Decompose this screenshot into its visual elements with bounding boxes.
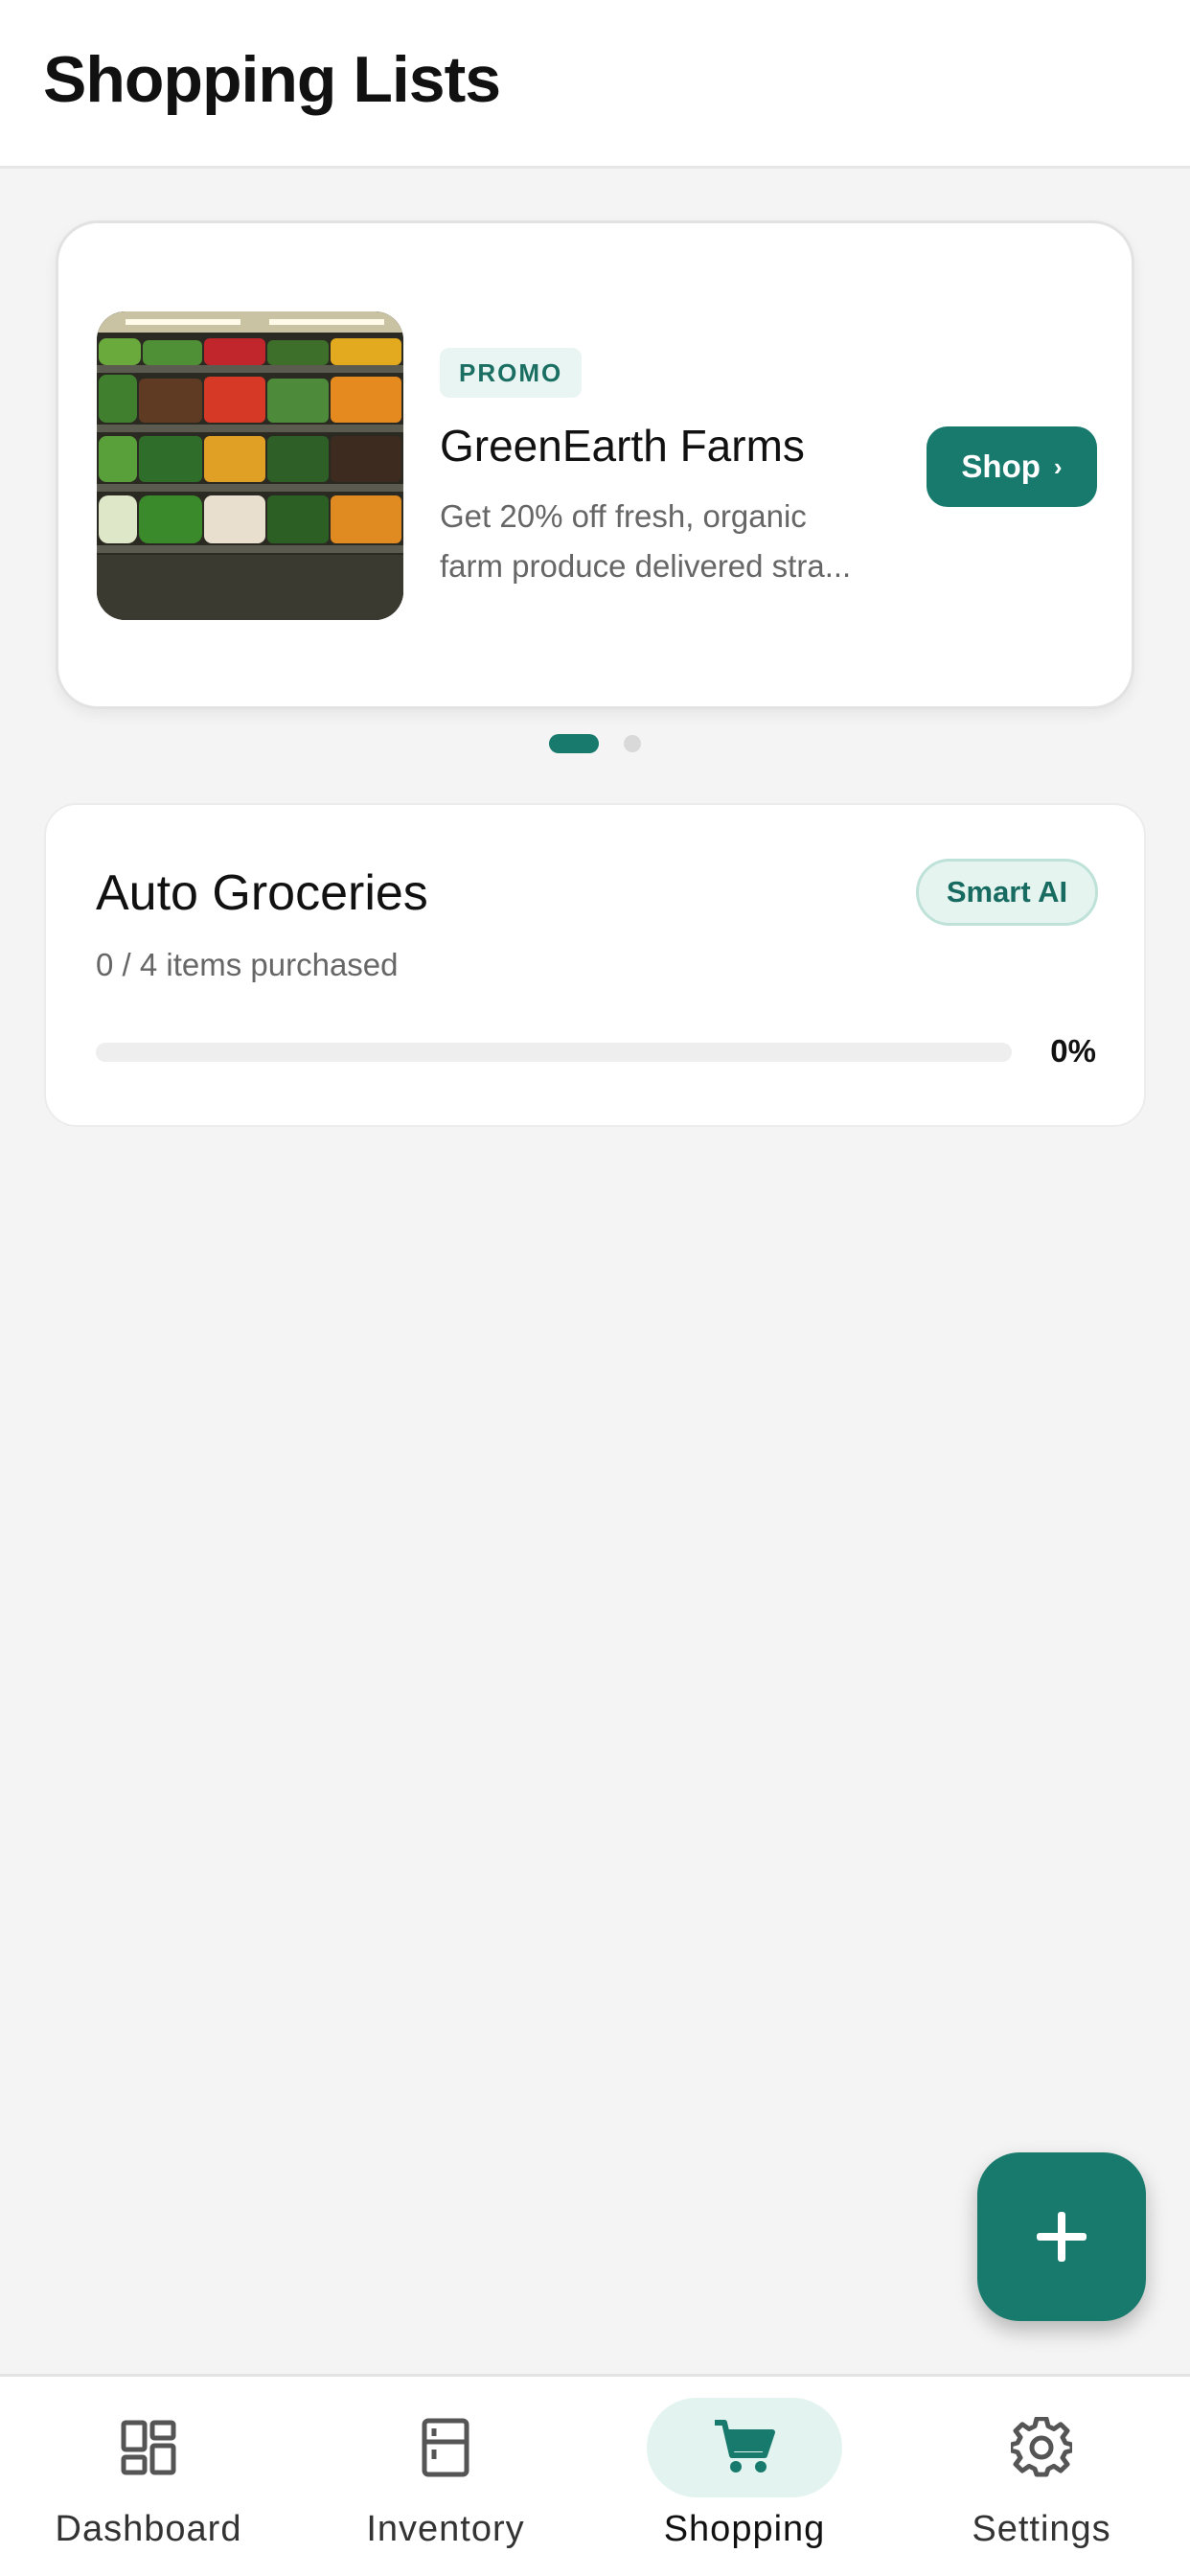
nav-label-settings: Settings — [972, 2509, 1111, 2549]
promo-description-line-1: Get 20% off fresh, organic — [440, 498, 807, 534]
nav-label-shopping: Shopping — [663, 2509, 826, 2549]
smart-ai-badge: Smart AI — [916, 859, 1098, 926]
cart-icon — [715, 2420, 775, 2472]
list-title: Auto Groceries — [96, 865, 428, 921]
nav-item-shopping[interactable]: Shopping — [596, 2377, 893, 2576]
promo-description: Get 20% off fresh, organic farm produce … — [440, 492, 919, 591]
list-progress-text: 0 / 4 items purchased — [96, 947, 399, 982]
fridge-icon — [422, 2418, 469, 2477]
carousel-dot-active[interactable] — [549, 734, 599, 753]
nav-label-dashboard: Dashboard — [55, 2509, 242, 2549]
gear-icon — [1011, 2417, 1072, 2477]
shopping-list-card[interactable]: Auto Groceries Smart AI 0 / 4 items purc… — [44, 803, 1146, 1127]
app-screen: Shopping Lists PROMO GreenEarth Farms Ge… — [0, 0, 1190, 2576]
nav-item-settings[interactable]: Settings — [893, 2377, 1190, 2576]
carousel-dot[interactable] — [624, 735, 641, 752]
dashboard-icon — [121, 2420, 176, 2475]
promo-card[interactable]: PROMO GreenEarth Farms Get 20% off fresh… — [56, 220, 1134, 709]
add-list-button[interactable] — [977, 2152, 1146, 2321]
plus-icon — [1037, 2212, 1087, 2262]
grocery-shelf-image — [97, 311, 403, 620]
page-title: Shopping Lists — [43, 43, 501, 116]
chevron-right-icon: › — [1053, 451, 1063, 481]
nav-label-inventory: Inventory — [366, 2509, 525, 2549]
promo-image — [97, 311, 403, 620]
promo-badge: PROMO — [440, 348, 583, 398]
shop-button-label: Shop — [961, 448, 1041, 484]
progress-bar — [96, 1043, 1012, 1062]
top-bar: Shopping Lists — [0, 0, 1190, 169]
nav-item-inventory[interactable]: Inventory — [297, 2377, 594, 2576]
nav-item-dashboard[interactable]: Dashboard — [0, 2377, 297, 2576]
bottom-navigation: Dashboard Inventory Shopping Settings — [0, 2374, 1190, 2576]
promo-title: GreenEarth Farms — [440, 421, 805, 471]
progress-percent: 0% — [1050, 1033, 1096, 1069]
shop-button[interactable]: Shop › — [927, 426, 1097, 507]
carousel-indicator — [0, 734, 1190, 753]
promo-description-line-2: farm produce delivered stra... — [440, 548, 852, 584]
